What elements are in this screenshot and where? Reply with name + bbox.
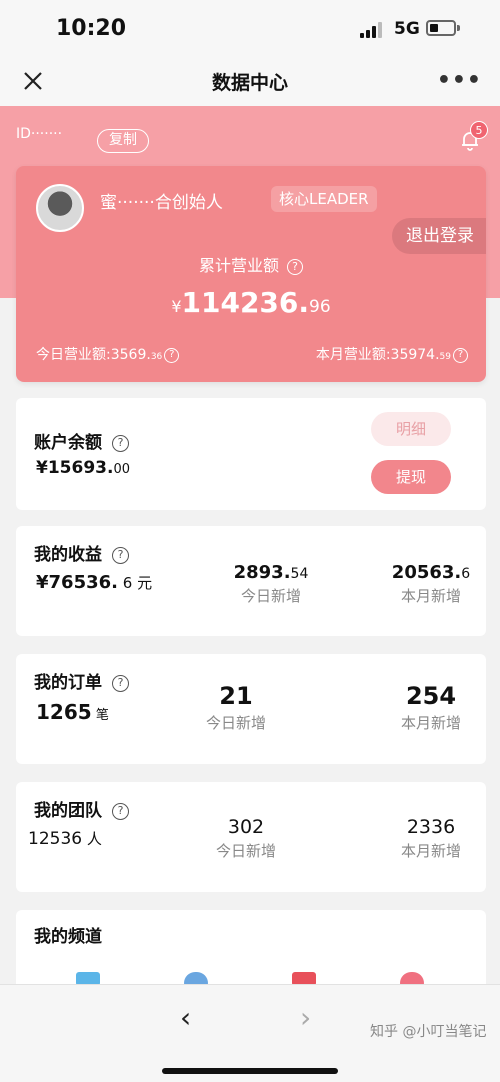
page-title: 数据中心 [211,72,288,94]
orders-today: 21 今日新增 [205,682,266,732]
today-revenue: 今日营业额:3569.36? [36,344,180,364]
battery-icon [426,20,460,36]
browser-bottom-bar: ‹ › 知乎 @小叮当笔记 [0,984,500,1082]
user-name: 蜜·······合创始人 [100,193,223,213]
role-tag: 核心LEADER [271,186,377,212]
network-label: 5G [394,19,420,39]
help-icon[interactable]: ? [112,434,129,452]
copy-button[interactable]: 复制 [97,129,149,153]
forward-arrow-icon[interactable]: › [300,1001,311,1034]
total-revenue-value: ¥114236.96 [171,286,331,319]
logout-button[interactable]: 退出登录 [392,218,486,254]
help-icon[interactable]: ? [453,347,468,363]
orders-title: 我的订单? [34,668,129,693]
revenue-card: 蜜·······合创始人 核心LEADER 退出登录 累计营业额? ¥11423… [16,166,486,382]
earnings-month: 20563.6 本月新增 [391,562,471,605]
earnings-today: 2893.54 今日新增 [233,562,309,605]
team-month: 2336 本月新增 [400,816,461,860]
balance-amount: ¥15693.00 [36,458,130,478]
status-bar: 10:20 5G [0,0,500,56]
team-card: 我的团队? 12536 人 302 今日新增 2336 本月新增 [16,782,486,892]
help-icon[interactable]: ? [112,674,129,692]
help-icon[interactable]: ? [112,546,129,564]
status-time: 10:20 [56,16,127,41]
notification-badge: 5 [470,121,488,139]
month-revenue: 本月营业额:35974.59? [316,344,468,364]
help-icon[interactable]: ? [287,258,303,275]
earnings-card: 我的收益? ¥76536. 6 元 2893.54 今日新增 20563.6 本… [16,526,486,636]
team-total: 12536 人 [28,829,102,849]
earnings-total: ¥76536. 6 元 [36,572,153,593]
orders-month: 254 本月新增 [400,682,461,732]
team-today: 302 今日新增 [215,816,276,860]
signal-icon [360,22,384,38]
watermark: 知乎 @小叮当笔记 [370,1024,487,1040]
user-id: ID······· [16,126,63,142]
detail-button[interactable]: 明细 [371,412,451,446]
avatar[interactable] [36,184,84,232]
back-arrow-icon[interactable]: ‹ [180,1001,191,1034]
total-revenue-label: 累计营业额? [16,252,486,276]
withdraw-button[interactable]: 提现 [371,460,451,494]
balance-card: 账户余额? ¥15693.00 明细 提现 [16,398,486,510]
channel-title: 我的频道 [34,927,102,947]
team-title: 我的团队? [34,796,129,821]
home-indicator [162,1068,338,1074]
orders-card: 我的订单? 1265 笔 21 今日新增 254 本月新增 [16,654,486,764]
orders-total: 1265 笔 [36,700,109,724]
help-icon[interactable]: ? [112,802,129,820]
more-dots-icon[interactable]: ••• [437,68,482,93]
help-icon[interactable]: ? [164,347,180,363]
balance-title: 账户余额? [34,428,129,453]
earnings-title: 我的收益? [34,540,129,565]
nav-bar: 数据中心 ••• [0,56,500,106]
